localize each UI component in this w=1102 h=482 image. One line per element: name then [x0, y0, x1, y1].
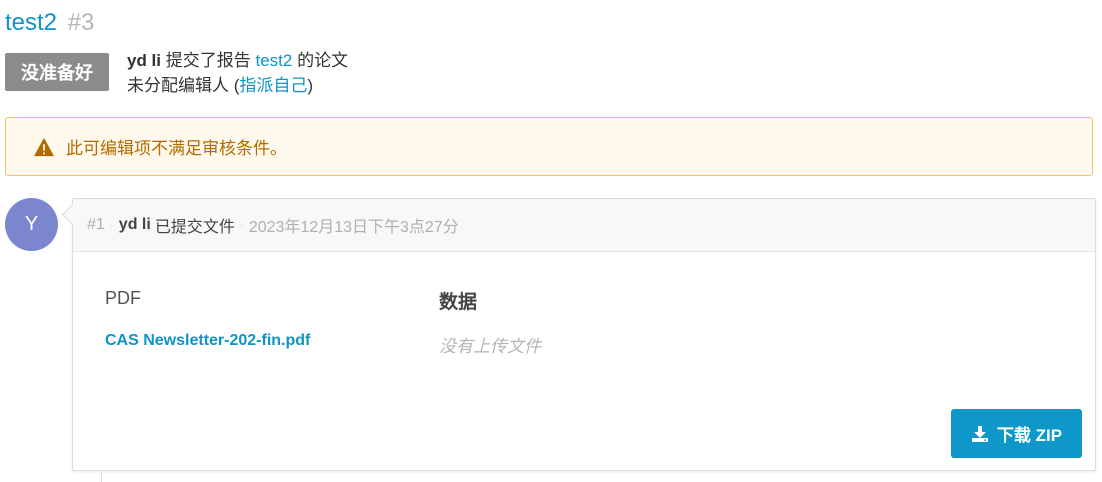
submit-suffix: 的论文 — [297, 51, 349, 70]
timeline-entry-header: #1 · yd li 已提交文件 · 2023年12月13日下午3点27分 — [73, 199, 1095, 252]
entry-user: yd li — [118, 216, 151, 233]
editor-close: ) — [307, 76, 314, 95]
avatar: Y — [5, 198, 58, 251]
submission-meta: yd li 提交了报告 test2 的论文 未分配编辑人 (指派自己) — [127, 48, 348, 98]
warning-alert: 此可编辑项不满足审核条件。 — [5, 117, 1093, 176]
timeline-entry-card: #1 · yd li 已提交文件 · 2023年12月13日下午3点27分 PD… — [72, 198, 1096, 471]
separator-dot: · — [239, 218, 244, 232]
status-badge: 没准备好 — [5, 53, 109, 91]
entry-timestamp: 2023年12月13日下午3点27分 — [248, 219, 459, 236]
alert-message: 此可编辑项不满足审核条件。 — [66, 139, 287, 158]
separator-dot: · — [109, 218, 114, 232]
warning-icon — [34, 137, 54, 156]
report-link[interactable]: test2 — [255, 51, 292, 70]
pdf-file-link[interactable]: CAS Newsletter-202-fin.pdf — [105, 332, 310, 350]
submit-action: 提交了报告 — [165, 51, 251, 70]
editor-line: 未分配编辑人 (指派自己) — [127, 73, 348, 98]
title-number: #3 — [67, 9, 95, 36]
title-name: test2 — [5, 9, 58, 36]
download-icon — [971, 425, 988, 442]
assign-self-link[interactable]: 指派自己 — [239, 76, 307, 95]
entry-action: 已提交文件 — [154, 219, 235, 236]
timeline-line — [101, 472, 102, 482]
download-zip-label: 下载 ZIP — [996, 426, 1063, 445]
pdf-column-label: PDF — [105, 288, 141, 308]
download-zip-button[interactable]: 下载 ZIP — [951, 409, 1082, 458]
page-title: test2 #3 — [5, 8, 94, 38]
entry-number: #1 — [87, 216, 105, 233]
data-column-label: 数据 — [439, 292, 478, 313]
no-data-files-text: 没有上传文件 — [439, 337, 541, 356]
editor-status: 未分配编辑人 ( — [127, 76, 240, 95]
submission-line: yd li 提交了报告 test2 的论文 — [127, 48, 348, 73]
submitter-name: yd li — [127, 51, 162, 70]
